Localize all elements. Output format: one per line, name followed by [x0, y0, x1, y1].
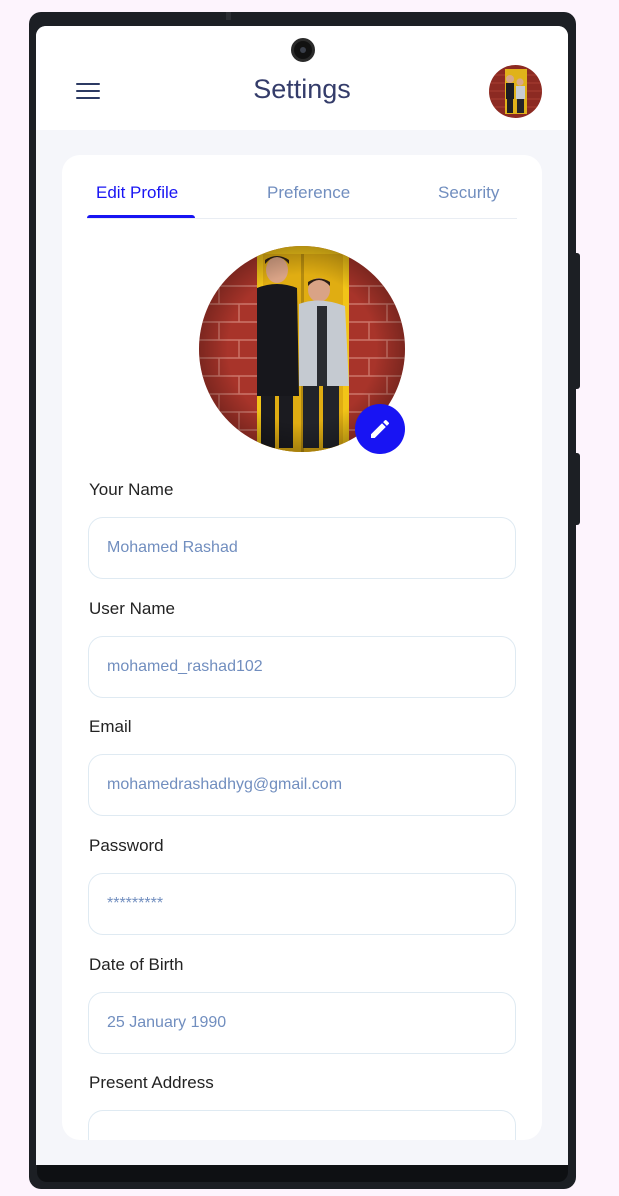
tab-security[interactable]: Security: [438, 183, 499, 203]
phone-bottom-bezel: [37, 1164, 568, 1182]
date-of-birth-label: Date of Birth: [89, 955, 184, 974]
tab-preference[interactable]: Preference: [267, 183, 350, 203]
active-tab-indicator: [87, 215, 195, 218]
email-label: Email: [89, 717, 132, 736]
front-camera: [291, 38, 315, 62]
your-name-input[interactable]: Mohamed Rashad: [88, 517, 516, 579]
settings-tabs: Edit Profile Preference Security: [87, 155, 517, 219]
email-field[interactable]: mohamedrashadhyg@gmail.com: [88, 754, 516, 816]
present-address-label: Present Address: [89, 1073, 214, 1092]
password-field[interactable]: *********: [88, 873, 516, 935]
edit-profile-picture-button[interactable]: [355, 404, 405, 454]
avatar[interactable]: [489, 65, 542, 118]
phone-notch: [226, 12, 231, 20]
volume-button: [574, 253, 580, 389]
settings-card: Edit Profile Preference Security Your Na…: [62, 155, 542, 1140]
user-name-label: User Name: [89, 599, 175, 618]
pencil-icon: [371, 419, 390, 438]
app-screen: Settings Edit Profile Preference Securit…: [36, 26, 568, 1165]
app-bar: Settings: [36, 26, 568, 130]
present-address-input[interactable]: [88, 1110, 516, 1140]
your-name-label: Your Name: [89, 480, 174, 499]
user-name-input[interactable]: mohamed_rashad102: [88, 636, 516, 698]
password-label: Password: [89, 836, 164, 855]
date-of-birth-input[interactable]: 25 January 1990: [88, 992, 516, 1054]
power-button: [574, 453, 580, 525]
tab-edit-profile[interactable]: Edit Profile: [96, 183, 178, 203]
